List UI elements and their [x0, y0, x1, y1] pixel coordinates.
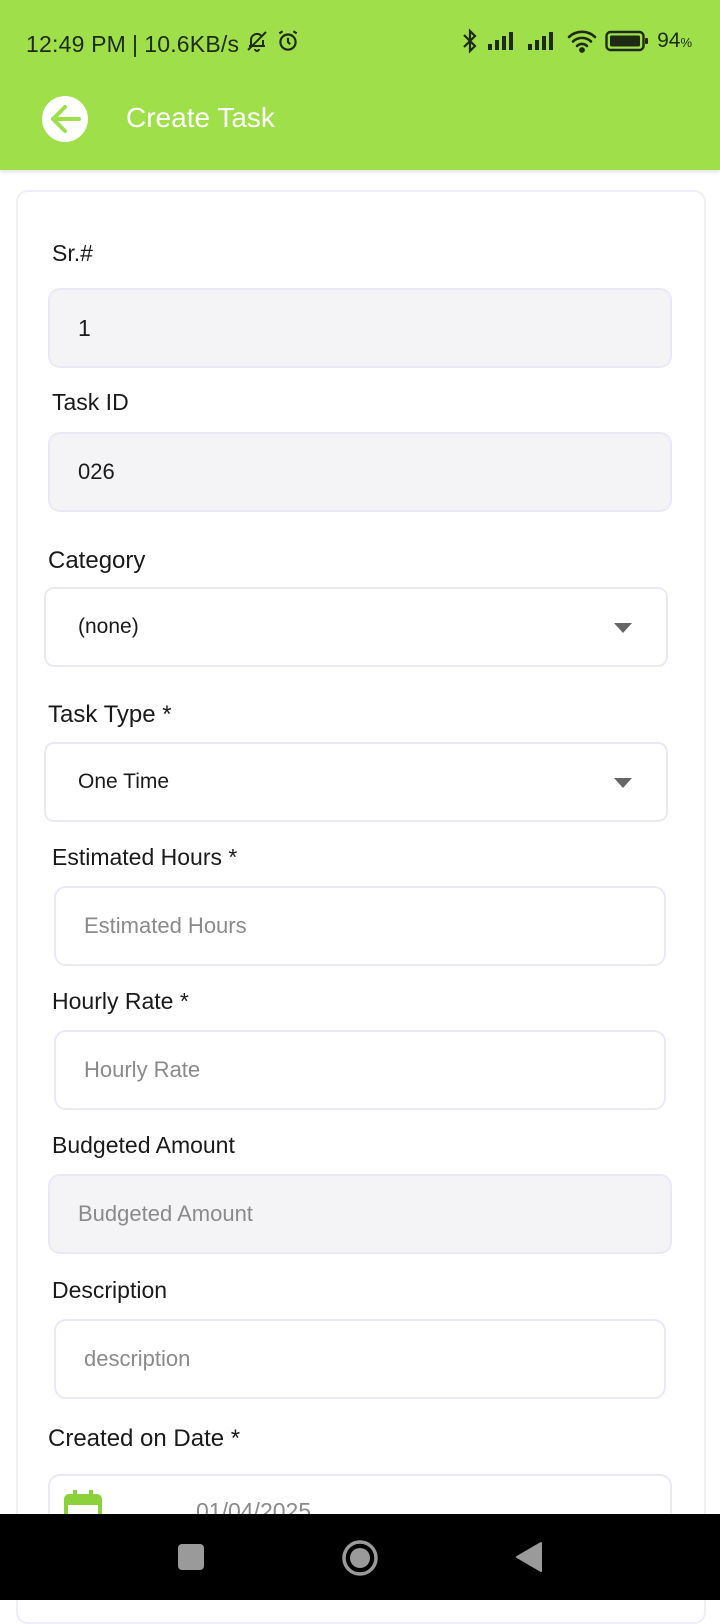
hourly-rate-label: Hourly Rate *	[52, 988, 189, 1014]
hourly-rate-input[interactable]	[84, 1057, 664, 1083]
estimated-hours-field[interactable]	[54, 886, 666, 966]
signal-icon	[487, 30, 519, 52]
status-bar-right: 94%	[461, 28, 692, 54]
sr-field[interactable]: 1	[48, 288, 672, 368]
wifi-icon	[567, 29, 597, 53]
system-nav-bar	[0, 1514, 720, 1600]
category-label: Category	[48, 547, 146, 574]
hourly-rate-field[interactable]	[54, 1030, 666, 1110]
category-selected-value: (none)	[78, 615, 139, 638]
sr-label: Sr.#	[52, 240, 93, 266]
arrow-left-icon	[51, 105, 81, 133]
description-field[interactable]	[54, 1319, 666, 1399]
chevron-down-icon	[614, 623, 632, 633]
task-type-dropdown[interactable]: One Time	[44, 742, 668, 822]
app-bar: 12:49 PM | 10.6KB/s 94% Create Task	[0, 0, 720, 170]
chevron-down-icon	[614, 778, 632, 788]
budgeted-amount-input[interactable]	[78, 1201, 670, 1227]
budgeted-amount-label: Budgeted Amount	[52, 1132, 235, 1158]
battery-level: 94%	[657, 29, 692, 52]
estimated-hours-input[interactable]	[84, 913, 664, 939]
task-id-value: 026	[78, 459, 115, 484]
signal-icon	[527, 30, 559, 52]
estimated-hours-label: Estimated Hours *	[52, 844, 238, 870]
task-id-field[interactable]: 026	[48, 432, 672, 512]
muted-bell-icon	[245, 29, 269, 59]
task-type-label: Task Type *	[48, 701, 172, 728]
network-speed: 10.6KB/s	[144, 30, 240, 57]
battery-icon	[605, 30, 649, 52]
budgeted-amount-field[interactable]	[48, 1174, 672, 1254]
back-triangle-icon[interactable]	[512, 1540, 546, 1574]
task-type-selected-value: One Time	[78, 770, 170, 793]
bluetooth-icon	[461, 28, 479, 54]
recent-apps-icon[interactable]	[174, 1540, 208, 1574]
description-input[interactable]	[84, 1346, 664, 1372]
category-dropdown[interactable]: (none)	[44, 587, 668, 667]
status-time: 12:49 PM	[26, 30, 127, 57]
task-id-label: Task ID	[52, 389, 129, 415]
page-title: Create Task	[126, 102, 275, 133]
sr-value: 1	[78, 314, 91, 341]
alarm-icon	[275, 28, 301, 60]
back-button[interactable]	[42, 96, 88, 142]
home-icon[interactable]	[340, 1538, 380, 1578]
status-bar-left: 12:49 PM | 10.6KB/s	[26, 28, 301, 60]
created-on-date-label: Created on Date *	[48, 1425, 241, 1452]
description-label: Description	[52, 1277, 168, 1303]
